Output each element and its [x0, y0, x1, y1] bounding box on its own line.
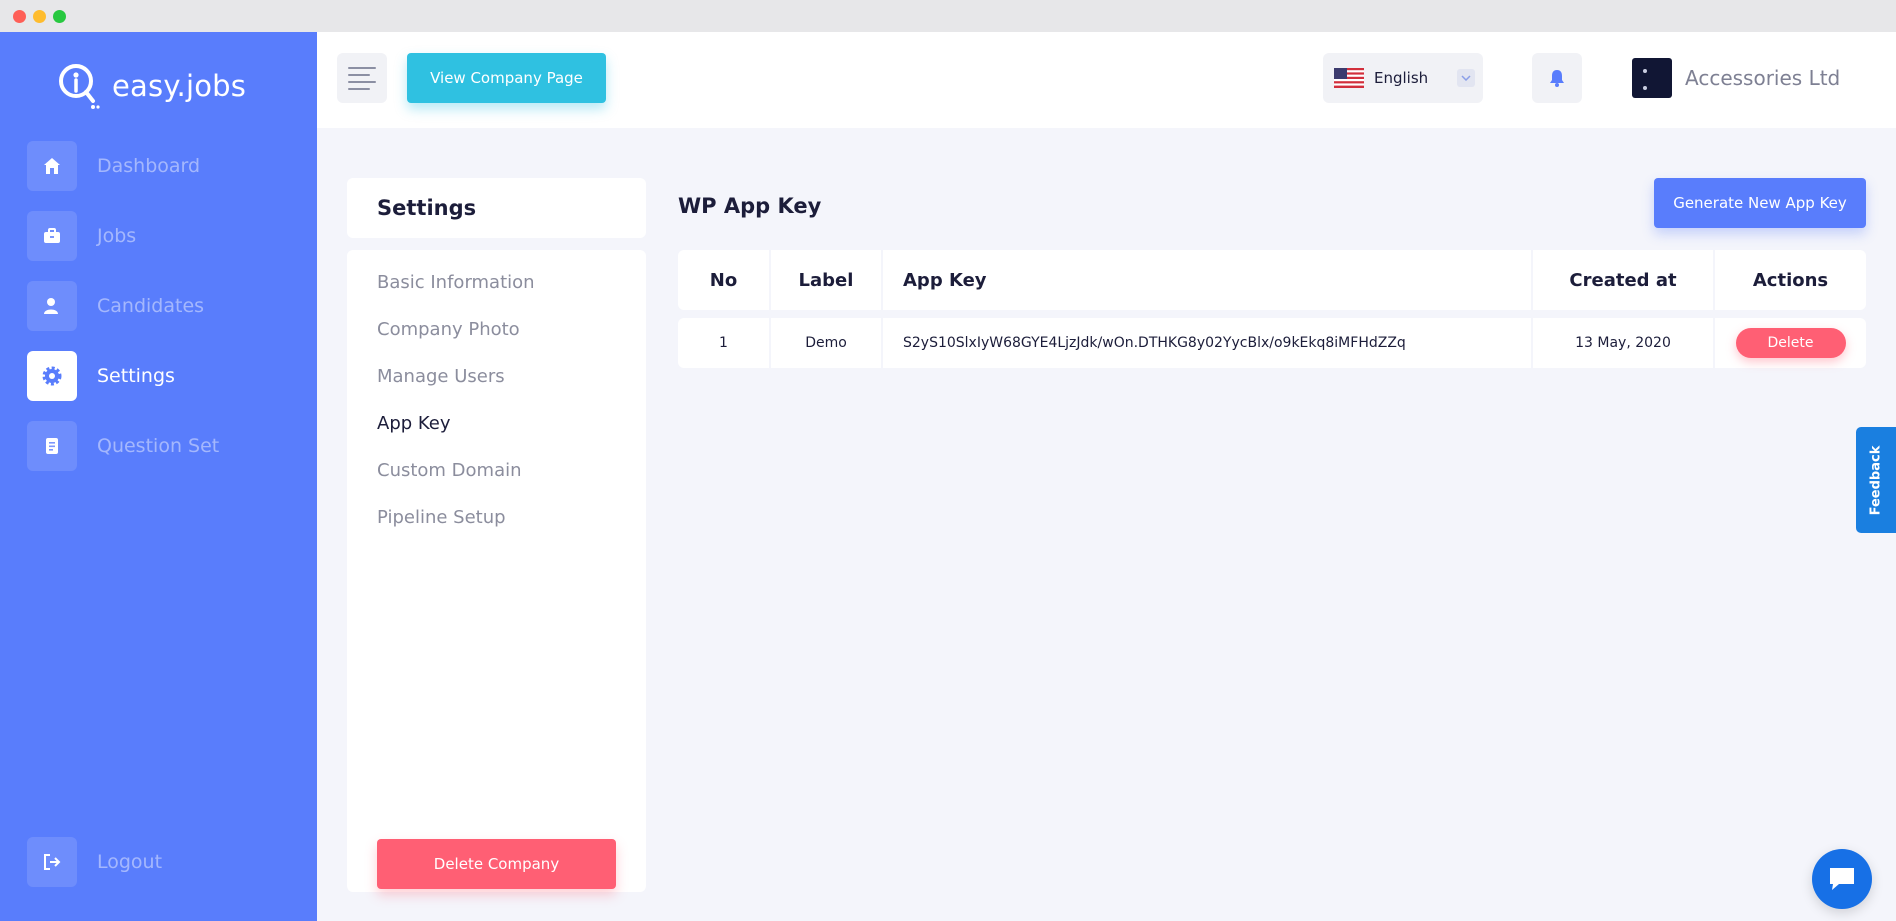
sidebar-item-label: Settings [97, 365, 175, 387]
cell-created-at: 13 May, 2020 [1533, 318, 1715, 368]
delete-company-button[interactable]: Delete Company [377, 839, 616, 889]
home-icon [27, 141, 77, 191]
menu-toggle-button[interactable] [337, 53, 387, 103]
chat-launcher-button[interactable] [1812, 849, 1872, 909]
settings-title: Settings [377, 196, 477, 220]
sidebar-item-question-set[interactable]: Question Set [27, 421, 297, 471]
settings-item-company-photo[interactable]: Company Photo [377, 319, 520, 340]
table-header-row: No Label App Key Created at Actions [678, 250, 1866, 310]
briefcase-icon [27, 211, 77, 261]
header: View Company Page English Accessories Lt… [317, 32, 1896, 128]
column-header-app-key: App Key [883, 250, 1533, 310]
table-row: 1 Demo S2yS10SlxIyW68GYE4LjzJdk/wOn.DTHK… [678, 318, 1866, 368]
cell-app-key: S2yS10SlxIyW68GYE4LjzJdk/wOn.DTHKG8y02Yy… [883, 318, 1533, 368]
column-header-no: No [678, 250, 771, 310]
sidebar-item-jobs[interactable]: Jobs [27, 211, 297, 261]
window-maximize-button[interactable] [53, 10, 66, 23]
window-titlebar [0, 0, 1896, 32]
window-close-button[interactable] [13, 10, 26, 23]
hamburger-line [348, 80, 376, 83]
hamburger-line [348, 66, 376, 69]
hamburger-line [348, 73, 370, 76]
logout-label: Logout [97, 851, 163, 873]
logo[interactable]: easy.jobs [56, 56, 246, 116]
settings-panel-header: Settings [347, 178, 646, 238]
sidebar-item-label: Jobs [97, 225, 137, 247]
company-name: Accessories Ltd [1685, 66, 1841, 90]
bell-icon [1550, 70, 1564, 87]
hamburger-line [348, 87, 370, 90]
sidebar: easy.jobs Dashboard Jobs Candidates Sett [0, 32, 317, 921]
sidebar-item-settings[interactable]: Settings [27, 351, 297, 401]
settings-item-app-key[interactable]: App Key [377, 413, 451, 434]
sidebar-item-candidates[interactable]: Candidates [27, 281, 297, 331]
column-header-actions: Actions [1752, 269, 1829, 291]
company-avatar [1632, 58, 1672, 98]
cell-actions: Delete [1715, 318, 1866, 368]
cell-no: 1 [678, 318, 771, 368]
cell-label: Demo [771, 318, 883, 368]
easyjobs-logo-icon [59, 64, 100, 109]
sidebar-item-label: Dashboard [97, 155, 201, 177]
user-icon [27, 281, 77, 331]
feedback-tab[interactable]: Feedback [1856, 427, 1896, 533]
feedback-label: Feedback [1868, 445, 1884, 515]
delete-app-key-button[interactable]: Delete [1735, 328, 1846, 358]
app-key-table: No Label App Key Created at Actions 1 De… [678, 250, 1866, 368]
chat-icon [1830, 868, 1854, 890]
settings-item-pipeline-setup[interactable]: Pipeline Setup [377, 507, 506, 528]
us-flag-icon [1334, 68, 1364, 88]
column-header-created-at: Created at [1533, 250, 1715, 310]
settings-item-basic-information[interactable]: Basic Information [377, 272, 535, 293]
logout-icon [27, 837, 77, 887]
sidebar-item-label: Question Set [97, 435, 220, 457]
company-switcher[interactable]: Accessories Ltd [1632, 53, 1840, 103]
logout-button[interactable]: Logout [27, 837, 297, 887]
window-minimize-button[interactable] [33, 10, 46, 23]
language-select[interactable]: English [1323, 53, 1483, 103]
logo-text: easy.jobs [112, 69, 247, 103]
language-label: English [1374, 69, 1429, 87]
column-header-label: Label [771, 250, 883, 310]
document-icon [27, 421, 77, 471]
gear-icon [27, 351, 77, 401]
app-root: easy.jobs Dashboard Jobs Candidates Sett [0, 32, 1896, 921]
settings-item-custom-domain[interactable]: Custom Domain [377, 460, 522, 481]
sidebar-item-label: Candidates [97, 295, 205, 317]
view-company-page-button[interactable]: View Company Page [407, 53, 606, 103]
chevron-down-icon [1457, 69, 1475, 87]
settings-menu: Basic Information Company Photo Manage U… [347, 250, 646, 892]
page-title: WP App Key [678, 194, 822, 218]
settings-item-manage-users[interactable]: Manage Users [377, 366, 505, 387]
generate-app-key-button[interactable]: Generate New App Key [1654, 178, 1866, 228]
notifications-button[interactable] [1532, 53, 1582, 103]
sidebar-item-dashboard[interactable]: Dashboard [27, 141, 297, 191]
